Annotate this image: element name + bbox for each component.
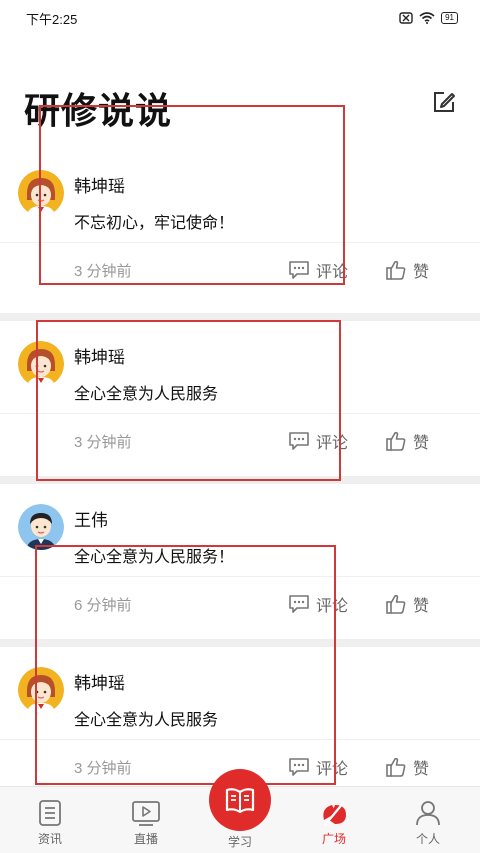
- comment-icon: [289, 261, 309, 279]
- post-content: 全心全意为人民服务！: [74, 549, 235, 566]
- news-icon: [39, 800, 61, 826]
- post-author: 王伟: [74, 511, 108, 530]
- comment-label: 评论: [316, 598, 349, 615]
- thumbs-up-icon: [386, 431, 406, 451]
- comment-label: 评论: [316, 264, 349, 281]
- thumbs-up-icon: [386, 594, 406, 614]
- comment-label: 评论: [316, 435, 349, 452]
- post-feed: 韩坤瑶 不忘初心，牢记使命！ 3 分钟前 评论 赞 韩坤瑶 全心全意为人民服务: [0, 150, 480, 802]
- thumbs-up-icon: [386, 757, 406, 777]
- tab-label: 资讯: [37, 832, 62, 846]
- post-time: 3 分钟前: [74, 433, 132, 451]
- comment-button[interactable]: 评论: [288, 429, 348, 453]
- tab-study-button[interactable]: [209, 769, 271, 831]
- battery-indicator: 91: [441, 12, 458, 24]
- page-title: 研修说说: [24, 90, 173, 131]
- comment-button[interactable]: 评论: [288, 755, 348, 779]
- edit-icon: [434, 92, 455, 112]
- post-content: 全心全意为人民服务: [74, 712, 219, 729]
- tab-label: 直播: [133, 832, 158, 846]
- tab-live[interactable]: 直播: [114, 799, 178, 847]
- divider: [0, 242, 480, 243]
- comment-button[interactable]: 评论: [288, 258, 348, 282]
- female-avatar-icon: [18, 667, 64, 713]
- thumbs-up-icon: [386, 260, 406, 280]
- post-author: 韩坤瑶: [74, 177, 125, 196]
- comment-icon: [289, 595, 309, 613]
- post-author: 韩坤瑶: [74, 348, 125, 367]
- male-avatar-icon: [18, 504, 64, 550]
- status-bar: 下午2:25 91: [0, 0, 480, 36]
- like-label: 赞: [413, 435, 430, 452]
- post-card[interactable]: 韩坤瑶 不忘初心，牢记使命！ 3 分钟前 评论 赞: [0, 150, 480, 313]
- post-content: 不忘初心，牢记使命！: [74, 215, 235, 232]
- comment-label: 评论: [316, 761, 349, 778]
- tab-news[interactable]: 资讯: [18, 799, 82, 847]
- like-label: 赞: [413, 598, 430, 615]
- like-button[interactable]: 赞: [385, 755, 429, 779]
- wifi-icon: [419, 12, 435, 24]
- divider: [0, 413, 480, 414]
- book-icon: [225, 788, 255, 814]
- like-button[interactable]: 赞: [385, 258, 429, 282]
- square-icon: [323, 801, 346, 826]
- like-label: 赞: [413, 761, 430, 778]
- post-author: 韩坤瑶: [74, 674, 125, 693]
- female-avatar-icon: [18, 170, 64, 216]
- tab-label-study: 学习: [227, 835, 252, 849]
- live-icon: [132, 801, 160, 826]
- female-avatar-icon: [18, 341, 64, 387]
- post-card[interactable]: 王伟 全心全意为人民服务！ 6 分钟前 评论 赞: [0, 476, 480, 639]
- tab-square[interactable]: 广场: [302, 799, 366, 847]
- post-content: 全心全意为人民服务: [74, 386, 219, 403]
- tab-profile[interactable]: 个人: [396, 799, 460, 847]
- avatar[interactable]: [18, 170, 64, 216]
- edit-button[interactable]: [430, 88, 458, 116]
- like-button[interactable]: 赞: [385, 592, 429, 616]
- comment-icon: [289, 432, 309, 450]
- user-icon: [416, 801, 440, 826]
- status-time: 下午2:25: [26, 11, 78, 27]
- comment-icon: [289, 758, 309, 776]
- like-button[interactable]: 赞: [385, 429, 429, 453]
- divider: [0, 576, 480, 577]
- avatar[interactable]: [18, 667, 64, 713]
- status-icons: 91: [399, 12, 458, 24]
- divider: [0, 739, 480, 740]
- avatar[interactable]: [18, 341, 64, 387]
- like-label: 赞: [413, 264, 430, 281]
- post-time: 3 分钟前: [74, 759, 132, 777]
- notification-muted-icon: [399, 12, 413, 24]
- post-time: 3 分钟前: [74, 262, 132, 280]
- tab-label: 个人: [415, 832, 440, 846]
- avatar[interactable]: [18, 504, 64, 550]
- post-time: 6 分钟前: [74, 596, 132, 614]
- post-card[interactable]: 韩坤瑶 全心全意为人民服务 3 分钟前 评论 赞: [0, 313, 480, 476]
- tab-label: 广场: [321, 832, 346, 846]
- comment-button[interactable]: 评论: [288, 592, 348, 616]
